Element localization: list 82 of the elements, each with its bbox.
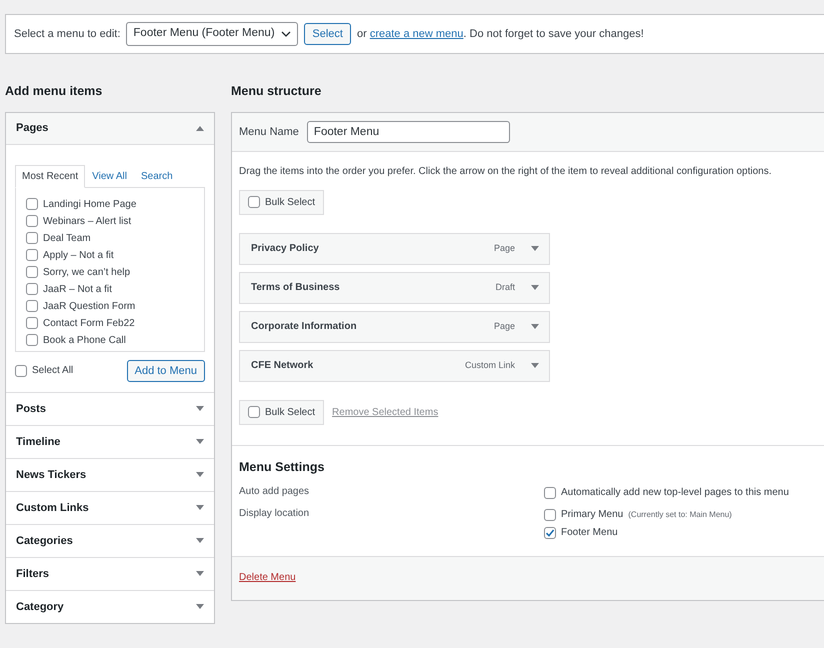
select-button[interactable]: Select	[304, 23, 351, 45]
field-label: Menu Name	[239, 124, 299, 140]
checkbox[interactable]	[26, 266, 38, 278]
tab[interactable]: View All	[85, 164, 134, 188]
accordion-header[interactable]: Categories	[6, 524, 214, 557]
expand-icon[interactable]	[531, 246, 539, 252]
expand-icon[interactable]	[531, 285, 539, 290]
expand-icon[interactable]	[531, 363, 539, 368]
setting-label: Auto add pages	[239, 486, 310, 496]
accordion-header[interactable]: Posts	[6, 392, 214, 425]
expand-icon[interactable]	[196, 406, 204, 412]
setting-note: (Currently set to: Main Menu)	[628, 508, 732, 520]
checkbox[interactable]	[544, 486, 556, 498]
checkbox[interactable]	[26, 215, 38, 228]
expand-icon[interactable]	[531, 324, 539, 330]
section-heading: Add menu items	[5, 83, 104, 100]
menu-item-bar[interactable]: Privacy Policy Page	[239, 232, 550, 265]
menu-item-type: Draft	[495, 281, 515, 294]
accordion-header[interactable]: Timeline	[6, 426, 214, 458]
field-label: Select a menu to edit:	[14, 26, 120, 42]
menu-item-bar[interactable]: CFE Network Custom Link	[239, 350, 550, 382]
menu-item-title: Terms of Business	[251, 281, 340, 296]
instruction-text: or create a new menu. Do not forget to save your changes!	[356, 26, 644, 42]
checkbox-label: Automatically add new top-level pages to this menu	[561, 486, 789, 500]
page-item-label: JaaR Question Form	[43, 300, 136, 314]
menu-name-field[interactable]: Footer Menu	[306, 120, 510, 143]
page-item-label: Apply – Not a fit	[43, 248, 114, 263]
page-item-label: Sorry, we can’t help	[43, 266, 130, 280]
page-item-label: Book a Phone Call	[43, 334, 126, 348]
checkbox[interactable]	[26, 198, 38, 210]
menu-item-type: Page	[494, 320, 515, 333]
expand-icon[interactable]	[196, 538, 204, 544]
page-item-label: JaaR – Not a fit	[43, 282, 112, 297]
instruction-text: Drag the items into the order you prefer. Click the arrow on the right of the item to reveal additional configuration options.	[239, 164, 773, 179]
tab[interactable]: Search	[134, 164, 180, 188]
page-item-label: Contact Form Feb22	[43, 316, 135, 331]
checkbox-label: Select All	[32, 364, 74, 378]
add-to-menu-button[interactable]: Add to Menu	[126, 360, 205, 382]
setting-label: Display location	[239, 508, 310, 518]
expand-icon[interactable]	[196, 505, 204, 510]
delete-menu-link[interactable]: Delete Menu	[239, 572, 296, 582]
menu-item-title: Privacy Policy	[251, 242, 319, 256]
create-menu-link[interactable]: create a new menu	[370, 28, 464, 40]
page-item-label: Landingi Home Page	[43, 198, 136, 212]
bulk-select-control[interactable]: Bulk Select	[239, 400, 324, 425]
bulk-select-control[interactable]: Bulk Select	[239, 190, 324, 215]
checkbox[interactable]	[26, 334, 38, 346]
menu-dropdown[interactable]: Footer Menu (Footer Menu)	[126, 22, 298, 46]
menu-item-bar[interactable]: Terms of Business Draft	[239, 272, 550, 304]
checkbox[interactable]	[544, 526, 556, 538]
checkbox-label: Primary Menu	[561, 508, 624, 522]
checkbox[interactable]	[248, 196, 260, 208]
menu-item-title: CFE Network	[251, 359, 314, 374]
menu-item-title: Corporate Information	[251, 320, 357, 334]
expand-icon[interactable]	[196, 472, 204, 478]
checkbox[interactable]	[26, 283, 38, 296]
accordion-header[interactable]: Custom Links	[6, 492, 214, 524]
checkbox[interactable]	[26, 232, 38, 244]
checkbox-label: Footer Menu	[561, 526, 618, 540]
caret-icon[interactable]	[281, 31, 292, 37]
menu-item-type: Page	[494, 242, 515, 255]
checkbox[interactable]	[26, 300, 38, 312]
checkbox[interactable]	[26, 249, 38, 262]
section-heading: Menu structure	[231, 83, 322, 100]
accordion-header[interactable]: Pages	[6, 112, 214, 145]
checkbox[interactable]	[544, 508, 556, 520]
collapse-icon[interactable]	[196, 126, 204, 131]
page-item-label: Webinars – Alert list	[43, 214, 132, 229]
checkbox[interactable]	[248, 406, 260, 418]
menu-item-type: Custom Link	[464, 359, 515, 372]
accordion-header[interactable]: Filters	[6, 558, 214, 590]
menu-item-bar[interactable]: Corporate Information Page	[239, 310, 550, 343]
expand-icon[interactable]	[196, 604, 204, 610]
expand-icon[interactable]	[196, 439, 204, 444]
accordion-header[interactable]: News Tickers	[6, 458, 214, 491]
checkbox[interactable]	[26, 317, 38, 330]
tab[interactable]: Most Recent	[15, 164, 86, 188]
accordion-header[interactable]: Category	[6, 590, 214, 623]
expand-icon[interactable]	[196, 571, 204, 576]
settings-heading: Menu Settings	[239, 458, 326, 476]
page-item-label: Deal Team	[43, 232, 91, 246]
checkbox[interactable]	[15, 364, 27, 377]
